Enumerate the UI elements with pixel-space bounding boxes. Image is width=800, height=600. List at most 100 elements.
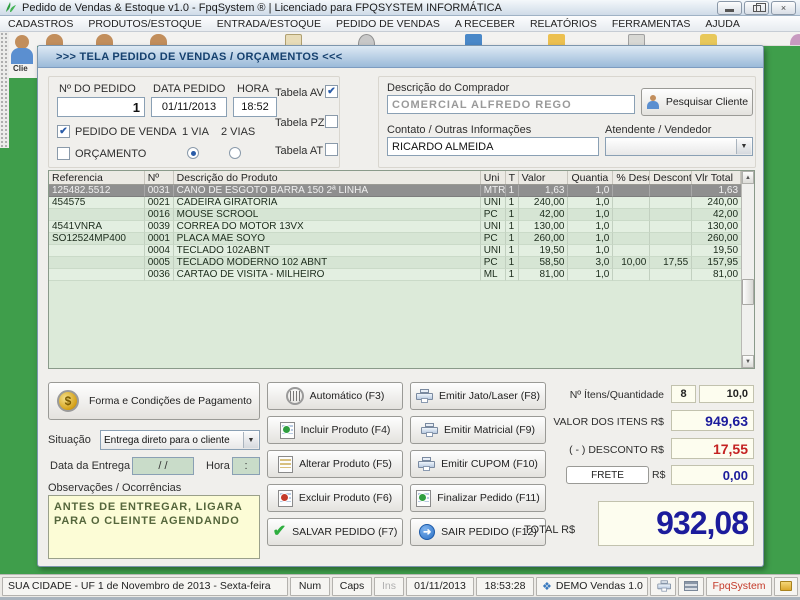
observacoes-textarea[interactable]: ANTES DE ENTREGAR, LIGARA PARA O CLEINTE… [48,495,260,559]
data-entrega-value: / / [158,460,167,472]
tabela-av-checkbox[interactable]: ✔ [325,85,338,98]
status-terminal[interactable] [678,577,704,596]
menu-entrada-estoque[interactable]: ENTRADA/ESTOQUE [217,18,321,30]
data-entrega-field[interactable]: / / [132,457,194,475]
radio-dot [191,151,196,156]
table-row[interactable]: 0016MOUSE SCROOLPC142,001,042,00 [49,209,741,221]
status-printer[interactable] [650,577,676,596]
cell: 1 [506,209,519,221]
table-scrollbar[interactable]: ▲ ▼ [741,171,754,368]
close-button[interactable]: × [771,1,796,15]
hora-entrega-label: Hora [206,460,230,472]
col-header[interactable]: Uni [481,171,506,184]
table-row[interactable]: 4541VNRA0039CORREA DO MOTOR 13VXUNI1130,… [49,221,741,233]
cell: 0036 [145,269,174,281]
table-row[interactable]: 0005TECLADO MODERNO 102 ABNTPC158,503,01… [49,257,741,269]
buyer-group: Descrição do Comprador COMERCIAL ALFREDO… [378,76,756,168]
scrollbar-thumb[interactable] [742,279,754,305]
valor-itens-box: 949,63 [671,410,754,431]
menu-produtos-estoque[interactable]: PRODUTOS/ESTOQUE [88,18,201,30]
close-icon: × [781,3,786,13]
table-row[interactable]: 0004TECLADO 102ABNTUNI119,501,019,50 [49,245,741,257]
via2-radio[interactable] [229,147,241,159]
total-box: 932,08 [598,501,754,546]
finalizar-pedido-button[interactable]: Finalizar Pedido (F11) [410,484,546,512]
numero-pedido-field[interactable]: 1 [57,97,145,117]
col-header[interactable]: T [506,171,519,184]
cell [613,209,650,221]
alterar-produto-button[interactable]: Alterar Produto (F5) [267,450,403,478]
desconto-value: 17,55 [713,441,748,457]
cell [650,197,692,209]
menubar: CADASTROS PRODUTOS/ESTOQUE ENTRADA/ESTOQ… [0,16,800,32]
menu-ajuda[interactable]: AJUDA [705,18,739,30]
cell: MOUSE SCROOL [174,209,481,221]
table-row[interactable]: 125482.55120031CANO DE ESGOTO BARRA 150 … [49,185,741,197]
printer-icon [657,580,668,591]
dialog-titlebar: >>> TELA PEDIDO DE VENDAS / ORÇAMENTOS <… [38,46,763,68]
via1-radio[interactable] [187,147,199,159]
hora-entrega-field[interactable]: : [232,457,260,475]
cell [49,209,145,221]
tabela-pz-checkbox[interactable] [325,115,338,128]
menu-ferramentas[interactable]: FERRAMENTAS [612,18,691,30]
automatico-button[interactable]: Automático (F3) [267,382,403,410]
menu-relatorios[interactable]: RELATÓRIOS [530,18,597,30]
menu-a-receber[interactable]: A RECEBER [455,18,515,30]
scroll-down-icon[interactable]: ▼ [742,355,754,368]
col-header[interactable]: Quantia [568,171,613,184]
cell: 4541VNRA [49,221,145,233]
excluir-produto-button[interactable]: Excluir Produto (F6) [267,484,403,512]
excluir-produto-label: Excluir Produto (F6) [299,492,392,504]
table-row[interactable]: 4545750021CADEIRA GIRATORIAUNI1240,001,0… [49,197,741,209]
cell: 454575 [49,197,145,209]
emitir-cupom-label: Emitir CUPOM (F10) [441,458,538,470]
pagamento-button[interactable]: $ Forma e Condições de Pagamento [48,382,260,420]
status-time: 18:53:28 [476,577,534,596]
hora-pedido-field[interactable]: 18:52 [233,97,277,117]
menu-cadastros[interactable]: CADASTROS [8,18,73,30]
contato-field[interactable]: RICARDO ALMEIDA [387,137,599,156]
cell: PC [481,257,506,269]
situacao-select[interactable]: Entrega direto para o cliente ▼ [100,430,260,450]
scroll-up-icon[interactable]: ▲ [742,171,754,184]
terminal-icon [684,581,698,591]
table-header-row: Referencia Nº Descrição do Produto Uni T… [49,171,741,185]
col-header[interactable]: Desconto [650,171,692,184]
cell: UNI [481,245,506,257]
atendente-select[interactable]: ▼ [605,137,753,156]
incluir-produto-button[interactable]: Incluir Produto (F4) [267,416,403,444]
col-header[interactable]: Descrição do Produto [174,171,481,184]
salvar-pedido-button[interactable]: ✔ SALVAR PEDIDO (F7) [267,518,403,546]
pesquisar-cliente-button[interactable]: Pesquisar Cliente [641,88,753,116]
table-row[interactable]: SO12524MP4000001PLACA MÃE SOYOPC1260,001… [49,233,741,245]
table-row[interactable]: 0036CARTAO DE VISITA - MILHEIROML181,001… [49,269,741,281]
toolbar-icon[interactable] [790,34,800,46]
cell [650,209,692,221]
descricao-comprador-field[interactable]: COMERCIAL ALFREDO REGO [387,95,635,114]
status-folder[interactable] [774,577,798,596]
cell: TECLADO 102ABNT [174,245,481,257]
cell: 1,0 [568,233,613,245]
minimize-button[interactable] [717,1,742,15]
col-header[interactable]: Nº [145,171,174,184]
col-header[interactable]: Referencia [49,171,145,184]
orcamento-checkbox[interactable] [57,147,70,160]
pedido-venda-checkbox[interactable]: ✔ [57,125,70,138]
status-num: Num [290,577,330,596]
menu-pedido-de-vendas[interactable]: PEDIDO DE VENDAS [336,18,440,30]
cell: 0004 [145,245,174,257]
tabela-at-checkbox[interactable] [325,143,338,156]
col-header[interactable]: Valor [519,171,569,184]
hora-entrega-value: : [244,460,247,472]
cell: PC [481,233,506,245]
frete-button[interactable]: FRETE [566,466,649,484]
cell [650,245,692,257]
restore-button[interactable] [744,1,769,15]
data-pedido-field[interactable]: 01/11/2013 [151,97,227,117]
toolbar-cliente-button[interactable]: Clie [9,32,37,78]
status-location: SUA CIDADE - UF 1 de Novembro de 2013 - … [2,577,288,596]
app-logo-icon [4,1,17,14]
col-header[interactable]: Vlr Total [692,171,741,184]
col-header[interactable]: % Desc. [613,171,650,184]
